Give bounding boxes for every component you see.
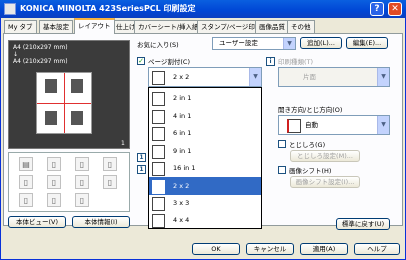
cancel-button[interactable]: キャンセル — [246, 243, 294, 255]
document-icon[interactable]: ▯ — [47, 175, 61, 189]
binding-label: とじしろ(G) — [289, 141, 326, 149]
layout-icon — [152, 180, 165, 194]
dropdown-item[interactable]: 16 in 1 — [149, 159, 261, 177]
page-combine-select[interactable]: 2 x 2 ▼ — [148, 67, 262, 87]
unit-view-button[interactable]: 本体ビュー(V) — [8, 216, 66, 228]
layout-icon — [152, 162, 165, 176]
page-combine-dropdown: 2 in 1 4 in 1 6 in 1 9 in 1 16 in 1 2 x … — [148, 87, 262, 229]
layout-icon — [152, 92, 165, 106]
page-combine-checkbox[interactable]: ✓ — [137, 57, 145, 65]
tab-cover-sheet[interactable]: カバーシート/挿入紙 — [134, 20, 203, 33]
layout-icon — [152, 127, 165, 141]
favorites-value: ユーザー設定 — [219, 39, 258, 47]
help-title-button[interactable]: ? — [370, 2, 384, 16]
page-combine-label: ページ割付(C) — [148, 58, 190, 66]
orientation-select[interactable]: 自動 ▼ — [278, 115, 390, 135]
fold-line-horizontal — [37, 103, 91, 104]
layout-icon — [152, 145, 165, 159]
tab-basic[interactable]: 基本設定 — [39, 20, 73, 33]
page-thumb — [45, 79, 57, 93]
document-icon[interactable]: ▯ — [103, 157, 117, 171]
page-number-marker: 1 — [137, 153, 146, 162]
layout-icon — [152, 71, 165, 85]
page-combine-value: 2 x 2 — [173, 73, 190, 81]
document-icon[interactable]: ▯ — [47, 157, 61, 171]
chevron-down-icon: ▼ — [249, 68, 261, 86]
image-shift-checkbox[interactable] — [278, 166, 286, 174]
binding-checkbox[interactable] — [278, 140, 286, 148]
orientation-value: 自動 — [305, 121, 318, 129]
paper-size-label: A4 (210x297 mm) — [13, 44, 68, 51]
info-icon: i — [266, 57, 275, 66]
apply-button[interactable]: 適用(A) — [300, 243, 348, 255]
printer-icon — [4, 3, 16, 15]
edit-favorite-button[interactable]: 編集(E)... — [346, 37, 388, 49]
page-thumb — [71, 111, 83, 125]
document-icon[interactable]: ▯ — [75, 157, 89, 171]
add-favorite-button[interactable]: 追加(L)... — [300, 37, 342, 49]
chevron-down-icon: ▼ — [283, 38, 295, 49]
arrow-down-icon: ↓ — [13, 51, 19, 58]
preview-paper — [36, 72, 92, 134]
tab-other[interactable]: その他 — [287, 20, 315, 33]
dropdown-item[interactable]: 9 in 1 — [149, 142, 261, 160]
chevron-down-icon: ▼ — [377, 68, 389, 86]
close-button[interactable]: ✕ — [388, 2, 402, 16]
document-icon[interactable]: ▯ — [75, 175, 89, 189]
document-icon[interactable]: ▯ — [19, 175, 33, 189]
dropdown-item[interactable]: 4 in 1 — [149, 107, 261, 125]
print-icon[interactable]: ▤ — [19, 157, 33, 171]
layout-icon — [152, 110, 165, 124]
print-type-value: 片面 — [303, 73, 316, 81]
image-shift-settings-button[interactable]: 画像シフト設定(I)... — [290, 176, 360, 188]
unit-info-button[interactable]: 本体情報(I) — [72, 216, 130, 228]
tab-my[interactable]: My タブ — [4, 20, 37, 33]
favorites-label: お気に入り(S) — [137, 41, 179, 49]
document-icon[interactable]: ▯ — [103, 175, 117, 189]
dropdown-item[interactable]: 2 in 1 — [149, 89, 261, 107]
function-thumbnails: ▤ ▯ ▯ ▯ ▯ ▯ ▯ ▯ ▯ ▯ ▯ — [8, 152, 130, 212]
layout-icon — [152, 197, 165, 211]
dropdown-item[interactable]: 3 x 3 — [149, 194, 261, 212]
page-thumb — [45, 111, 57, 125]
tab-image-quality[interactable]: 画像品質 — [255, 20, 289, 33]
page-number-marker: 1 — [137, 165, 146, 174]
print-type-label: 印刷種類(T) — [278, 58, 314, 66]
title-bar: KONICA MINOLTA 423SeriesPCL 印刷設定 ? ✕ — [0, 0, 406, 18]
binding-settings-button[interactable]: とじしろ設定(M)... — [290, 150, 360, 162]
ok-button[interactable]: OK — [192, 243, 240, 255]
document-icon[interactable]: ▯ — [75, 193, 89, 207]
print-type-select[interactable]: 片面 ▼ — [278, 67, 390, 87]
restore-defaults-button[interactable]: 標準に戻す(U) — [336, 218, 390, 230]
favorites-select[interactable]: ユーザー設定 ▼ — [212, 37, 296, 50]
document-icon[interactable]: ▯ — [19, 193, 33, 207]
page-number: 1 — [121, 140, 125, 147]
dropdown-item-selected[interactable]: 2 x 2 — [149, 177, 261, 195]
dropdown-item[interactable]: 6 in 1 — [149, 124, 261, 142]
tab-layout[interactable]: レイアウト — [74, 18, 115, 34]
output-size-label: A4 (210x297 mm) — [13, 58, 68, 65]
document-icon[interactable]: ▯ — [47, 193, 61, 207]
window-title: KONICA MINOLTA 423SeriesPCL 印刷設定 — [20, 4, 196, 13]
help-button[interactable]: ヘルプ — [354, 243, 400, 255]
dropdown-item[interactable]: 4 x 4 — [149, 211, 261, 229]
image-shift-label: 画像シフト(H) — [289, 167, 332, 175]
chevron-down-icon: ▼ — [377, 116, 389, 134]
binding-left-icon — [287, 119, 301, 133]
orientation-label: 開き方向/とじ方向(O) — [278, 106, 343, 114]
layout-icon — [152, 214, 165, 228]
page-thumb — [71, 79, 83, 93]
